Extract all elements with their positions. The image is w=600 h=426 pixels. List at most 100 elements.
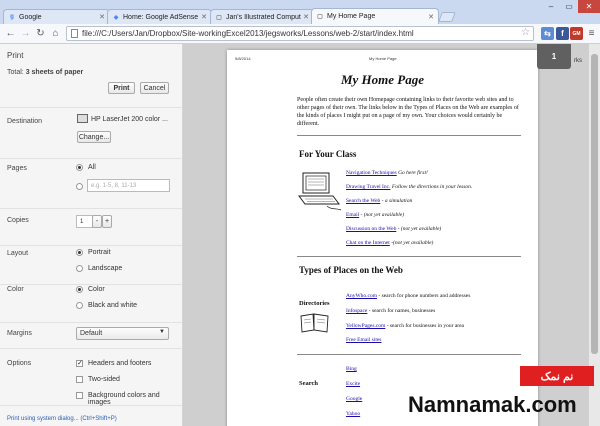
color-row: Color Color Black and white <box>0 286 182 323</box>
total-sheets: Total: 3 sheets of paper <box>7 69 84 76</box>
search-link-item[interactable]: Google <box>346 396 362 402</box>
menu-icon[interactable]: ≡ <box>585 27 598 40</box>
tab-jans-computing[interactable]: ▢ Jan's Illustrated Computi ✕ <box>210 9 314 24</box>
tab-label: Google <box>19 13 42 21</box>
close-icon[interactable]: ✕ <box>428 13 434 21</box>
black-white-radio[interactable] <box>76 302 83 309</box>
class-link-item[interactable]: Drawing Travel Inc. Follow the direction… <box>346 184 472 190</box>
back-icon[interactable]: ← <box>4 27 17 40</box>
change-button[interactable]: Change... <box>77 131 111 143</box>
pages-row: Pages All e.g. 1-5, 8, 11-13 <box>0 160 182 209</box>
options-row: Options ✓ Headers and footers Two-sided … <box>0 350 182 406</box>
directory-link-item[interactable]: AnyWho.com - search for phone numbers an… <box>346 293 470 299</box>
two-sided-label: Two-sided <box>88 376 120 383</box>
page-header-date: 5/8/2014 <box>235 56 251 61</box>
facebook-icon[interactable]: f <box>556 27 569 40</box>
page-heading: My Home Page <box>340 72 425 87</box>
gmail-icon[interactable]: GM <box>570 27 583 40</box>
class-link-item[interactable]: Chat on the Internet -(not yet available… <box>346 240 433 246</box>
margins-label: Margins <box>7 330 32 337</box>
reload-icon[interactable]: ↻ <box>34 27 47 40</box>
search-link-item[interactable]: Yahoo <box>346 411 360 417</box>
options-label: Options <box>7 360 32 367</box>
bookmark-star-icon[interactable]: ☆ <box>521 27 530 38</box>
color-label: Color <box>7 286 24 293</box>
extension-icon[interactable]: ⇆ <box>541 27 554 40</box>
pages-all-radio[interactable] <box>76 164 83 171</box>
divider <box>297 354 521 355</box>
page-favicon-icon: ▢ <box>317 14 323 20</box>
tab-label: My Home Page <box>327 13 376 20</box>
google-favicon-icon: g <box>10 14 14 20</box>
address-bar[interactable]: file:///C:/Users/Jan/Dropbox/Site-workin… <box>66 26 534 41</box>
pages-custom-radio[interactable] <box>76 183 83 190</box>
destination-label: Destination <box>7 118 43 125</box>
close-icon[interactable]: ✕ <box>99 13 105 21</box>
cancel-button[interactable]: Cancel <box>140 82 169 94</box>
page-favicon-icon: ▢ <box>216 14 222 21</box>
copies-decrement-button[interactable]: - <box>92 215 102 228</box>
color-radio[interactable] <box>76 286 83 293</box>
portrait-label: Portrait <box>88 249 111 256</box>
tab-adsense[interactable]: ◆ Home: Google AdSense ✕ <box>107 9 212 24</box>
two-sided-checkbox[interactable] <box>76 376 83 383</box>
tab-google[interactable]: g Google ✕ <box>3 9 110 24</box>
window-close-icon[interactable]: ✕ <box>578 0 600 13</box>
copies-row: Copies 1 - + <box>0 210 182 246</box>
page-icon <box>71 29 78 38</box>
close-icon[interactable]: ✕ <box>201 13 207 21</box>
books-illustration-icon <box>300 313 329 333</box>
divider <box>297 135 521 136</box>
margins-select[interactable]: Default ▼ <box>76 327 169 340</box>
margins-value: Default <box>80 330 103 337</box>
portrait-radio[interactable] <box>76 249 83 256</box>
computer-illustration-icon <box>298 172 342 211</box>
class-link-item[interactable]: Email - (not yet available) <box>346 212 404 218</box>
background-graphics-checkbox[interactable] <box>76 392 83 399</box>
copies-increment-button[interactable]: + <box>102 215 112 228</box>
types-heading: Types of Places on the Web <box>299 265 403 275</box>
adsense-favicon-icon: ◆ <box>113 14 119 21</box>
printer-icon <box>77 114 88 123</box>
class-heading: For Your Class <box>299 149 357 159</box>
background-graphics-label: Background colors and images <box>88 392 160 406</box>
black-white-label: Black and white <box>88 302 138 309</box>
minimize-icon[interactable]: – <box>542 0 560 13</box>
class-link-item[interactable]: Navigation Techniques Go here first! <box>346 170 428 176</box>
scrollbar-thumb[interactable] <box>591 54 598 354</box>
tab-my-home-page[interactable]: ▢ My Home Page ✕ <box>311 8 439 24</box>
landscape-radio[interactable] <box>76 265 83 272</box>
home-icon[interactable]: ⌂ <box>49 27 62 40</box>
page-number-badge: 1 <box>537 44 571 69</box>
dropdown-arrow-icon: ▼ <box>159 329 165 335</box>
tab-label: Jan's Illustrated Computi <box>226 13 302 21</box>
layout-label: Layout <box>7 250 29 257</box>
color-option-label: Color <box>88 286 105 293</box>
watermark-site: Namnamak.com <box>408 392 577 417</box>
search-label: Search <box>299 380 319 387</box>
pages-range-input[interactable]: e.g. 1-5, 8, 11-13 <box>87 179 170 192</box>
tab-label: Home: Google AdSense <box>123 13 199 21</box>
new-tab-button[interactable] <box>438 12 456 22</box>
class-link-item[interactable]: Discussion on the Web - (not yet availab… <box>346 226 441 232</box>
class-link-item[interactable]: Search the Web - a simulation <box>346 198 412 204</box>
search-link-item[interactable]: Bing <box>346 366 357 372</box>
directory-link-item[interactable]: Infospace - search for names, businesses <box>346 308 435 314</box>
window-controls: – ▭ ✕ <box>542 0 600 13</box>
destination-row: Destination HP LaserJet 200 color ... Ch… <box>0 109 182 159</box>
directory-link-item[interactable]: YellowPages.com - search for businesses … <box>346 323 464 329</box>
system-dialog-link[interactable]: Print using system dialog... (Ctrl+Shift… <box>7 416 117 422</box>
copies-input[interactable]: 1 <box>76 215 93 228</box>
intro-paragraph: People often create their own Homepage c… <box>297 97 519 127</box>
close-icon[interactable]: ✕ <box>303 13 309 21</box>
landscape-label: Landscape <box>88 265 123 272</box>
directory-link-item[interactable]: Free Email sites <box>346 337 381 343</box>
search-link-item[interactable]: Excite <box>346 381 360 387</box>
pages-all-label: All <box>88 164 96 171</box>
forward-icon[interactable]: → <box>19 27 32 40</box>
headers-footers-checkbox[interactable]: ✓ <box>76 360 83 367</box>
maximize-icon[interactable]: ▭ <box>560 0 578 13</box>
print-button[interactable]: Print <box>108 82 135 94</box>
preview-page: 5/8/2014 My Home Page My Home Page Peopl… <box>227 50 538 426</box>
tab-strip: g Google ✕ ◆ Home: Google AdSense ✕ ▢ Ja… <box>0 0 600 24</box>
